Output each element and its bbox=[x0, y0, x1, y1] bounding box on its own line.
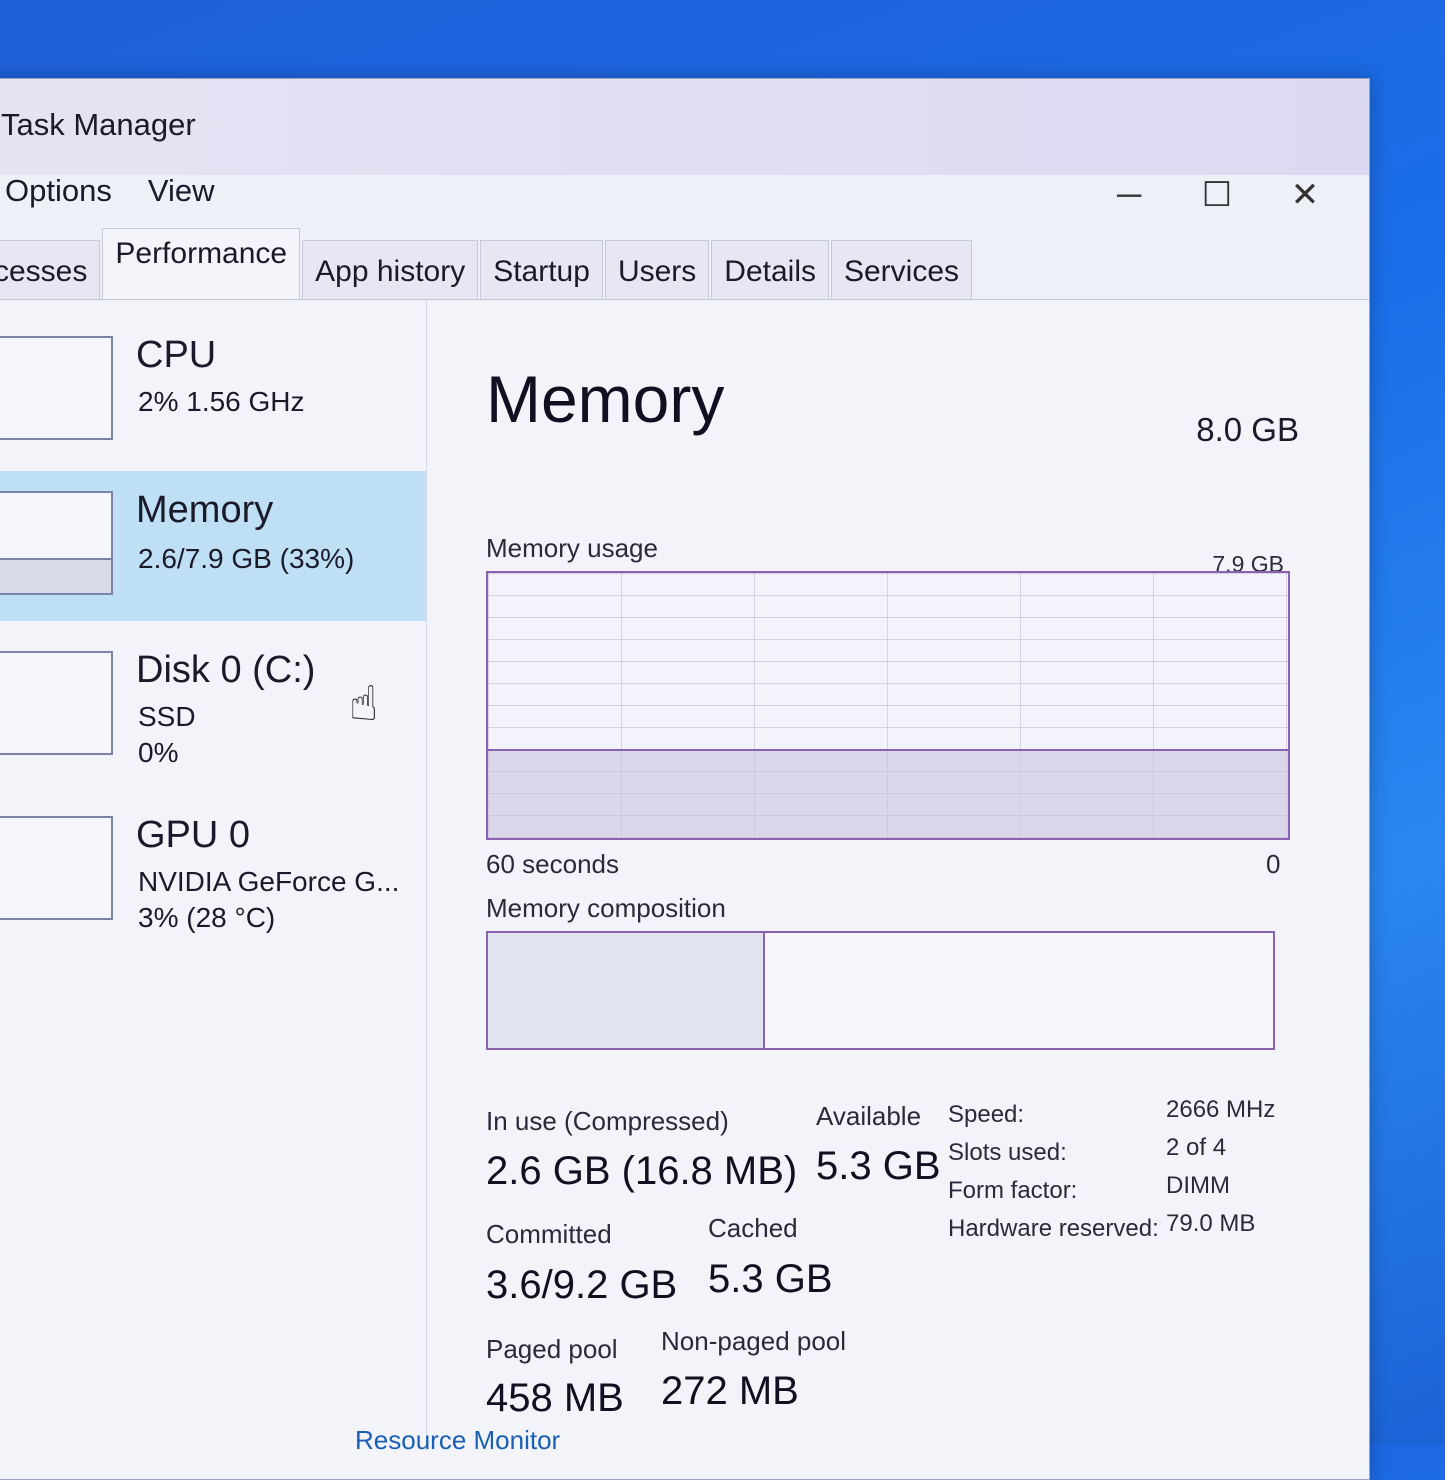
form-factor-label: Form factor: bbox=[948, 1177, 1078, 1204]
menu-options[interactable]: Options bbox=[1, 167, 116, 215]
sidebar-item-gpu[interactable]: GPU 0 NVIDIA GeForce G... 3% (28 °C) bbox=[0, 796, 426, 946]
close-button[interactable]: ✕ bbox=[1261, 165, 1349, 225]
disk-type: SSD bbox=[138, 701, 196, 732]
menu-view[interactable]: View bbox=[144, 167, 219, 215]
slots-value: 2 of 4 bbox=[1166, 1134, 1227, 1161]
resource-monitor-link[interactable]: Resource Monitor bbox=[355, 1425, 560, 1456]
hardware-reserved-label: Hardware reserved: bbox=[948, 1215, 1159, 1242]
tab-users[interactable]: Users bbox=[604, 240, 710, 299]
tab-details[interactable]: Details bbox=[711, 240, 829, 299]
disk-value: 0% bbox=[138, 737, 179, 768]
maximize-button[interactable]: ☐ bbox=[1173, 165, 1261, 225]
sidebar-item-cpu[interactable]: CPU 2% 1.56 GHz bbox=[0, 316, 426, 466]
gpu-label: GPU 0 bbox=[136, 814, 251, 856]
minimize-button[interactable]: ─ bbox=[1085, 165, 1173, 225]
memory-thumbnail-fill bbox=[0, 558, 111, 593]
memory-thumbnail-graph bbox=[0, 491, 113, 595]
graph-axis-left: 60 seconds bbox=[486, 849, 619, 879]
cpu-thumbnail-graph bbox=[0, 336, 113, 440]
available-value: 5.3 GB bbox=[816, 1144, 941, 1188]
memory-composition-bar bbox=[486, 931, 1275, 1050]
tab-app-history[interactable]: App history bbox=[302, 240, 479, 299]
cpu-label: CPU bbox=[136, 334, 217, 376]
task-manager-window: Task Manager Options View ─ ☐ ✕ cesses P… bbox=[0, 78, 1370, 1480]
committed-value: 3.6/9.2 GB bbox=[486, 1263, 678, 1307]
non-paged-pool-value: 272 MB bbox=[661, 1369, 799, 1413]
disk-label: Disk 0 (C:) bbox=[136, 649, 316, 691]
tab-processes[interactable]: cesses bbox=[0, 240, 101, 299]
close-icon: ✕ bbox=[1290, 176, 1320, 214]
composition-in-use bbox=[488, 933, 765, 1048]
tab-performance[interactable]: Performance bbox=[102, 228, 301, 299]
gpu-model: NVIDIA GeForce G... bbox=[138, 866, 400, 897]
memory-label: Memory bbox=[136, 489, 274, 531]
window-controls: ─ ☐ ✕ bbox=[1085, 165, 1349, 225]
tab-bar: cesses Performance App history Startup U… bbox=[0, 228, 1369, 300]
committed-label: Committed bbox=[486, 1219, 612, 1249]
cached-value: 5.3 GB bbox=[708, 1257, 833, 1301]
disk-thumbnail-graph bbox=[0, 651, 113, 755]
non-paged-pool-label: Non-paged pool bbox=[661, 1326, 847, 1356]
cpu-value: 2% 1.56 GHz bbox=[138, 386, 305, 417]
memory-total: 8.0 GB bbox=[1196, 411, 1299, 448]
paged-pool-value: 458 MB bbox=[486, 1376, 624, 1420]
minimize-icon: ─ bbox=[1116, 175, 1142, 214]
memory-usage-graph bbox=[486, 571, 1290, 840]
page-title: Memory bbox=[486, 362, 725, 436]
gpu-thumbnail-graph bbox=[0, 816, 113, 920]
in-use-value: 2.6 GB (16.8 MB) bbox=[486, 1149, 798, 1193]
speed-label: Speed: bbox=[948, 1101, 1025, 1128]
menu-bar: Options View bbox=[1, 167, 218, 215]
hardware-reserved-value: 79.0 MB bbox=[1166, 1210, 1256, 1237]
memory-usage-fill bbox=[488, 748, 1288, 838]
cached-label: Cached bbox=[708, 1213, 798, 1243]
in-use-label: In use (Compressed) bbox=[486, 1106, 729, 1136]
maximize-icon: ☐ bbox=[1201, 176, 1233, 214]
tab-startup[interactable]: Startup bbox=[480, 240, 603, 299]
graph-axis-right: 0 bbox=[1266, 849, 1281, 879]
memory-composition-label: Memory composition bbox=[486, 893, 726, 923]
performance-content: CPU 2% 1.56 GHz Memory 2.6/7.9 GB (33%) … bbox=[0, 301, 1369, 1479]
title-bar[interactable]: Task Manager bbox=[0, 79, 1369, 175]
tab-services[interactable]: Services bbox=[830, 240, 973, 299]
available-label: Available bbox=[816, 1101, 922, 1131]
window-title: Task Manager bbox=[1, 107, 196, 142]
memory-value: 2.6/7.9 GB (33%) bbox=[138, 543, 355, 574]
slots-label: Slots used: bbox=[948, 1139, 1067, 1166]
hand-cursor-icon: ☝ bbox=[349, 678, 379, 731]
sidebar-item-memory[interactable]: Memory 2.6/7.9 GB (33%) bbox=[0, 471, 426, 621]
speed-value: 2666 MHz bbox=[1166, 1096, 1276, 1123]
form-factor-value: DIMM bbox=[1166, 1172, 1230, 1199]
memory-usage-label: Memory usage bbox=[486, 533, 658, 563]
resource-sidebar: CPU 2% 1.56 GHz Memory 2.6/7.9 GB (33%) … bbox=[0, 301, 427, 1451]
gpu-value: 3% (28 °C) bbox=[138, 902, 276, 933]
memory-detail-panel: Memory 8.0 GB Memory usage 7.9 GB 60 sec… bbox=[486, 301, 1329, 1451]
paged-pool-label: Paged pool bbox=[486, 1334, 618, 1364]
